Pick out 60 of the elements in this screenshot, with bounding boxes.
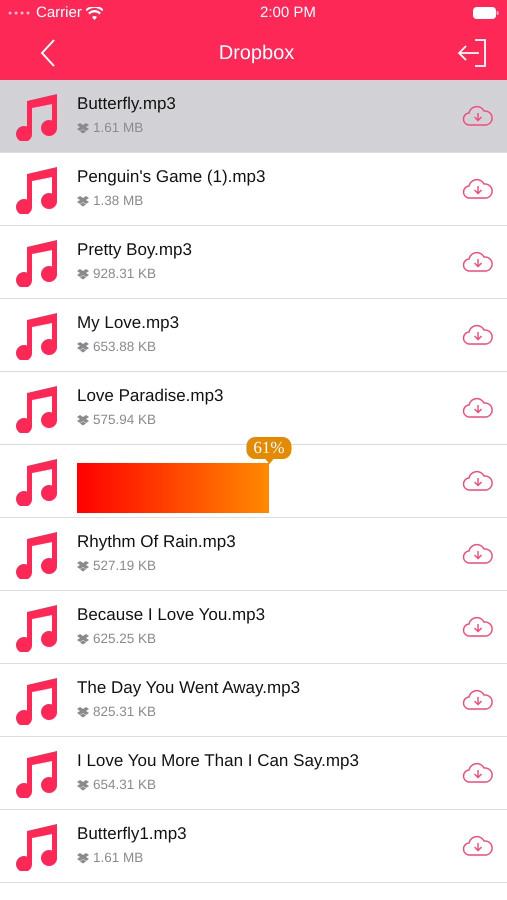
file-row[interactable]: Butterfly1.mp3 1.61 MB <box>0 810 507 883</box>
file-name: I Love You More Than I Can Say.mp3 <box>77 750 360 772</box>
cloud-download-icon[interactable] <box>462 324 494 346</box>
file-size: 928.31 KB <box>93 265 156 284</box>
cloud-download-icon[interactable] <box>462 251 494 273</box>
file-name: Rhythm Of Rain.mp3 <box>77 532 237 552</box>
cloud-download-icon[interactable] <box>462 397 494 419</box>
back-icon[interactable] <box>40 39 56 67</box>
signal-icon <box>8 11 32 15</box>
cloud-download-icon[interactable] <box>462 689 494 711</box>
battery-icon <box>473 7 499 19</box>
status-time: 2:00 PM <box>260 2 316 23</box>
cloud-download-icon[interactable] <box>462 178 494 200</box>
file-row[interactable]: Butterfly.mp3 1.61 MB <box>0 80 507 153</box>
dropbox-icon <box>77 560 89 572</box>
file-size: 1.61 MB <box>93 119 144 138</box>
file-size: 625.25 KB <box>93 630 156 648</box>
file-name: My Love.mp3 <box>77 312 180 334</box>
dropbox-icon <box>77 122 89 134</box>
file-row[interactable]: Pretty Boy.mp3 928.31 KB <box>0 226 507 299</box>
file-row[interactable]: Because I Love You.mp3 625.25 KB <box>0 591 507 664</box>
file-size: 825.31 KB <box>93 703 156 722</box>
cloud-download-icon[interactable] <box>462 470 494 492</box>
dropbox-icon <box>77 780 89 791</box>
dropbox-icon <box>77 852 89 864</box>
screen-title: Dropbox <box>218 41 294 66</box>
dropbox-icon <box>77 706 89 718</box>
cloud-download-icon[interactable] <box>462 835 494 857</box>
file-name: Penguin's Game (1).mp3 <box>77 166 266 188</box>
dropbox-icon <box>77 634 89 645</box>
file-row[interactable]: Penguin's Game (1).mp3 1.38 MB <box>0 153 507 226</box>
file-name: Butterfly1.mp3 <box>77 824 188 844</box>
file-row[interactable]: My Love.mp3 653.88 KB <box>0 299 507 372</box>
progress-tooltip: 61% <box>246 437 292 464</box>
file-name: Butterfly.mp3 <box>77 94 177 114</box>
file-row[interactable]: I Love You More Than I Can Say.mp3 654.31 KB <box>0 737 507 810</box>
dropbox-icon <box>77 268 89 280</box>
dropbox-icon <box>77 196 89 207</box>
cloud-download-icon[interactable] <box>462 616 494 638</box>
logout-icon[interactable] <box>456 39 487 67</box>
file-size: 1.61 MB <box>93 849 144 868</box>
wifi-icon <box>86 6 103 20</box>
tooltip-pointer-icon <box>265 459 273 464</box>
cloud-download-icon[interactable] <box>462 105 494 127</box>
file-name: The Day You Went Away.mp3 <box>77 678 302 698</box>
file-row[interactable]: The Day You Went Away.mp3 825.31 KB <box>0 664 507 737</box>
file-row[interactable]: Rhythm Of Rain.mp3 527.19 KB <box>0 518 507 591</box>
file-name: Because I Love You.mp3 <box>77 604 266 626</box>
dropbox-icon <box>77 342 89 353</box>
dropbox-icon <box>77 414 89 426</box>
cloud-download-icon[interactable] <box>462 543 494 565</box>
file-size: 1.38 MB <box>93 192 144 210</box>
carrier-label: Carrier <box>36 2 82 23</box>
file-size: 527.19 KB <box>93 557 156 576</box>
file-size: 653.88 KB <box>93 338 156 356</box>
cloud-download-icon[interactable] <box>462 762 494 784</box>
file-size: 654.31 KB <box>93 776 156 794</box>
file-size: 575.94 KB <box>93 411 156 430</box>
file-name: Love Paradise.mp3 <box>77 386 224 406</box>
file-name: Pretty Boy.mp3 <box>77 240 193 260</box>
